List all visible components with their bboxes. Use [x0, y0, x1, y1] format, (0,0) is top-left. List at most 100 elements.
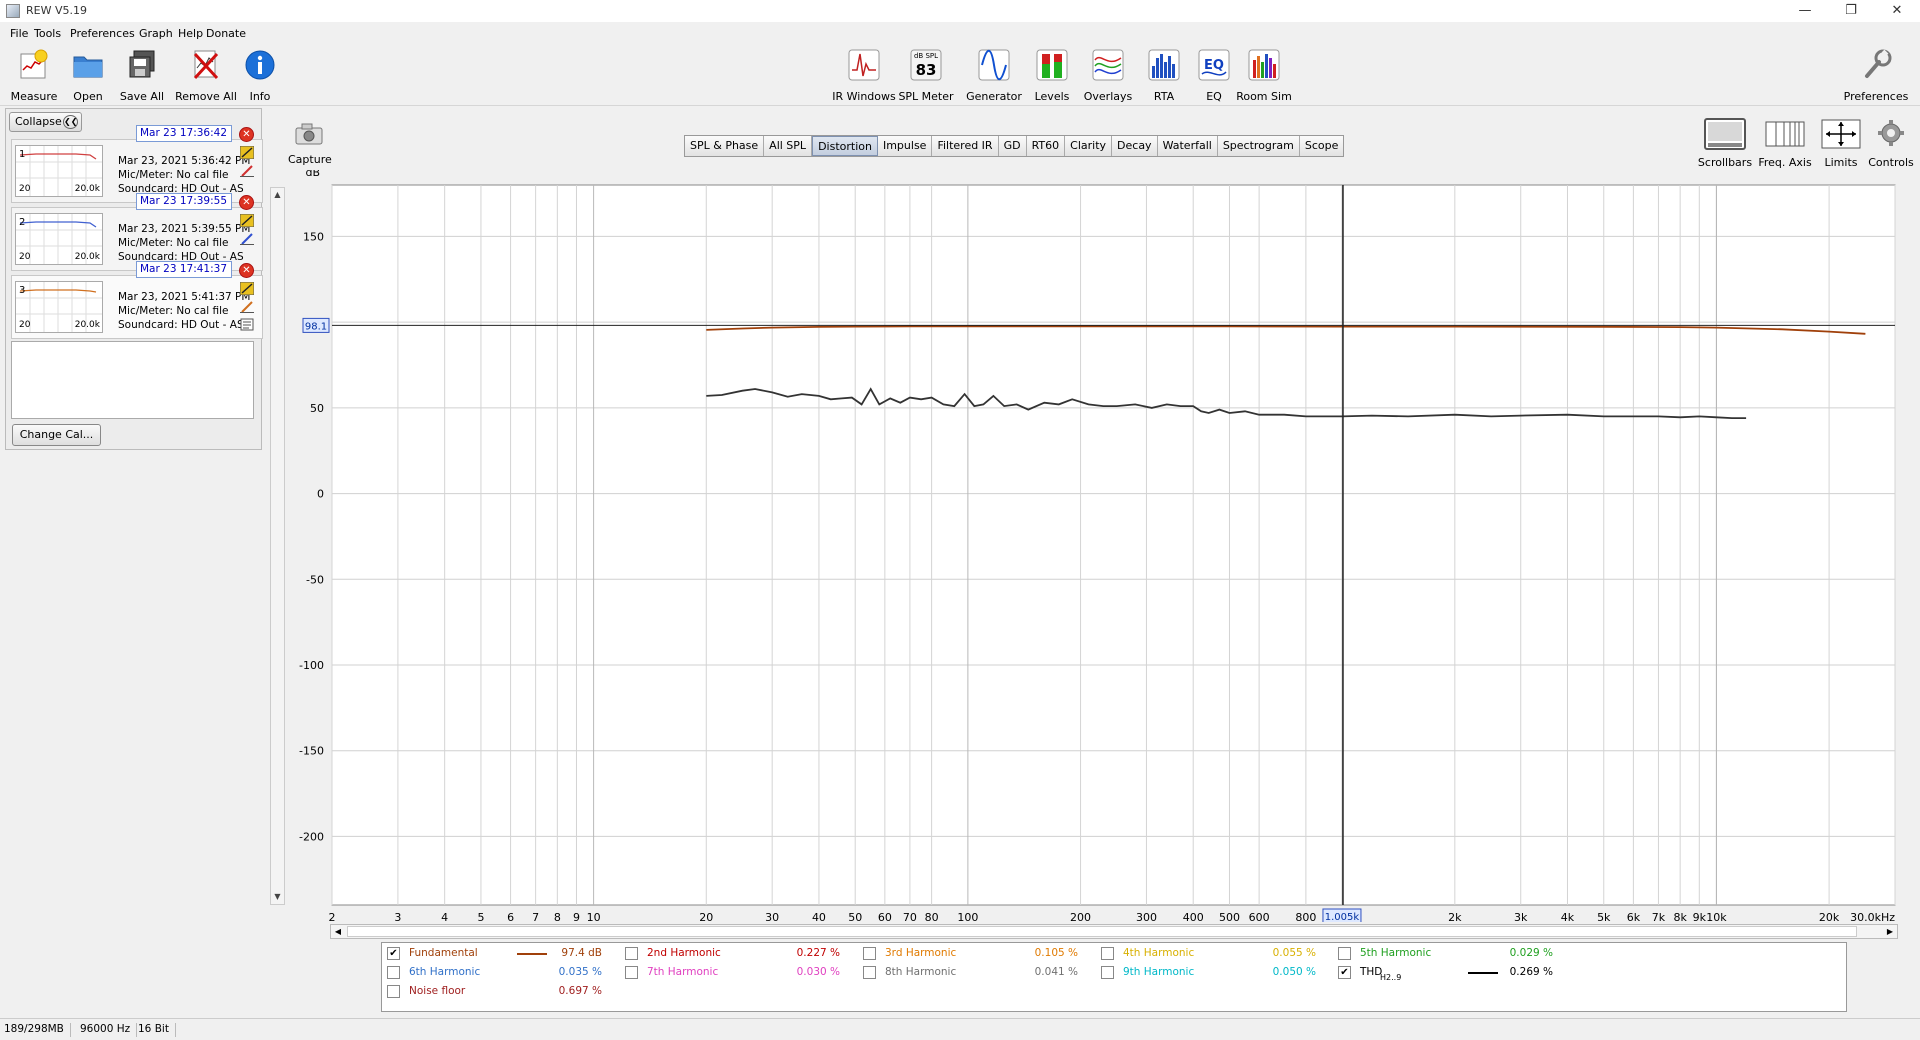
room-sim-icon	[1248, 49, 1280, 81]
scrollbar-thumb[interactable]	[347, 926, 1857, 937]
x-tick-label: 300	[1136, 911, 1157, 922]
menu-tools[interactable]: Tools	[34, 27, 61, 40]
spl-meter-icon: dB SPL 83	[910, 49, 942, 81]
legend-checkbox[interactable]	[625, 947, 638, 960]
tab-impulse[interactable]: Impulse	[877, 136, 933, 156]
menu-help[interactable]: Help	[178, 27, 203, 40]
preferences-button[interactable]: Preferences	[1844, 48, 1908, 104]
x-tick-label: 8	[554, 911, 561, 922]
graph-tabs: SPL & Phase All SPL Distortion Impulse Filte…	[684, 135, 1345, 157]
legend-checkbox[interactable]	[863, 947, 876, 960]
remove-measurement-icon[interactable]: ✕	[239, 127, 254, 142]
distortion-graph[interactable]: 150100500-50-100-150-200dB23456789102030…	[240, 170, 1900, 922]
menu-graph[interactable]: Graph	[139, 27, 173, 40]
legend-value: 97.4 dB	[561, 947, 602, 959]
x-tick-label: 600	[1249, 911, 1270, 922]
legend-checkbox[interactable]	[1101, 966, 1114, 979]
x-tick-label: 4k	[1561, 911, 1575, 922]
menu-preferences[interactable]: Preferences	[70, 27, 135, 40]
y-axis-label: dB	[305, 170, 320, 179]
eq-icon-text: EQ	[1204, 58, 1224, 73]
scrollbars-button[interactable]: Scrollbars	[1696, 118, 1754, 169]
x-tick-label: 6	[507, 911, 514, 922]
tab-spectrogram[interactable]: Spectrogram	[1217, 136, 1300, 156]
folder-open-icon	[73, 56, 103, 78]
overlays-icon	[1092, 49, 1124, 81]
legend-checkbox[interactable]	[625, 966, 638, 979]
measurement-item-selected[interactable]: Mar 23 17:41:37 ✕ 3 20 20.0k Mar 23, 202…	[11, 261, 263, 339]
y-tick-label: -50	[306, 573, 324, 586]
restore-button[interactable]: ❐	[1828, 0, 1874, 22]
minimize-button[interactable]: —	[1782, 0, 1828, 22]
freq-axis-button[interactable]: Freq. Axis	[1756, 118, 1814, 169]
y-tick-label: 50	[310, 402, 324, 415]
x-tick-label: 800	[1295, 911, 1316, 922]
tab-waterfall[interactable]: Waterfall	[1157, 136, 1218, 156]
controls-label: Controls	[1868, 156, 1914, 169]
measurement-name-field[interactable]: Mar 23 17:39:55	[136, 193, 232, 210]
legend-entry: 6th Harmonic 0.035 %	[387, 963, 617, 983]
measurement-name-field[interactable]: Mar 23 17:36:42	[136, 125, 232, 142]
info-icon	[245, 50, 275, 80]
legend-checkbox[interactable]	[863, 966, 876, 979]
legend-checkbox[interactable]	[387, 985, 400, 998]
legend-value: 0.697 %	[558, 985, 602, 997]
x-tick-label: 7k	[1652, 911, 1666, 922]
wrench-icon	[1865, 49, 1892, 78]
x-tick-label: 9k	[1693, 911, 1707, 922]
legend-value: 0.055 %	[1272, 947, 1316, 959]
legend-checkbox[interactable]	[387, 966, 400, 979]
menu-donate[interactable]: Donate	[206, 27, 246, 40]
legend-name: 5th Harmonic	[1360, 947, 1432, 959]
cursor-x-readout: 1.005k	[1325, 912, 1360, 922]
legend-name: 4th Harmonic	[1123, 947, 1195, 959]
tab-filtered-ir[interactable]: Filtered IR	[932, 136, 999, 156]
spl-meter-button[interactable]: dB SPL 83 SPL Meter	[894, 48, 958, 104]
measurement-mic: Mic/Meter: No cal file	[118, 169, 229, 181]
legend-checkbox[interactable]: ✔	[387, 947, 400, 960]
tab-distortion[interactable]: Distortion	[812, 136, 878, 156]
tab-all-spl[interactable]: All SPL	[764, 136, 813, 156]
memory-status: 189/298MB	[4, 1023, 71, 1037]
tab-clarity[interactable]: Clarity	[1065, 136, 1113, 156]
close-window-button[interactable]: ✕	[1874, 0, 1920, 22]
measurement-soundcard: Soundcard: HD Out - AS	[118, 319, 244, 331]
tab-decay[interactable]: Decay	[1112, 136, 1158, 156]
legend-checkbox[interactable]	[1101, 947, 1114, 960]
collapse-button[interactable]: Collapse ❮❮	[9, 112, 82, 132]
tab-rt60[interactable]: RT60	[1026, 136, 1066, 156]
sample-rate-status: 96000 Hz	[80, 1023, 138, 1037]
controls-button[interactable]: Controls	[1862, 118, 1920, 169]
graph-horizontal-scrollbar[interactable]: ◀ ▶	[330, 924, 1898, 939]
legend-checkbox[interactable]: ✔	[1338, 966, 1351, 979]
legend-value: 0.035 %	[558, 966, 602, 978]
capture-button[interactable]: Capture	[288, 122, 332, 166]
freq-axis-label: Freq. Axis	[1758, 156, 1812, 169]
legend-checkbox[interactable]	[1338, 947, 1351, 960]
x-tick-label: 30	[765, 911, 779, 922]
tab-gd[interactable]: GD	[998, 136, 1027, 156]
measurement-name-field[interactable]: Mar 23 17:41:37	[136, 261, 232, 278]
scroll-right-icon[interactable]: ▶	[1883, 925, 1897, 938]
legend-entry: ✔ THD H2..9 0.269 %	[1338, 963, 1568, 983]
remove-all-icon	[193, 50, 219, 80]
tab-scope[interactable]: Scope	[1299, 136, 1344, 156]
measurement-mic: Mic/Meter: No cal file	[118, 237, 229, 249]
window-title: REW V5.19	[26, 4, 87, 17]
status-bar: 189/298MB 96000 Hz 16 Bit	[0, 1018, 1920, 1040]
change-cal-button[interactable]: Change Cal...	[12, 424, 101, 446]
rta-icon	[1148, 49, 1180, 81]
legend-value: 0.030 %	[796, 966, 840, 978]
measurement-notes[interactable]	[11, 341, 254, 419]
room-sim-button[interactable]: Room Sim	[1232, 48, 1296, 104]
info-button[interactable]: Info	[228, 48, 292, 104]
x-tick-label: 400	[1183, 911, 1204, 922]
scroll-left-icon[interactable]: ◀	[331, 925, 345, 938]
legend-entry: 3rd Harmonic 0.105 %	[863, 944, 1093, 964]
measurement-number: 2	[19, 217, 26, 228]
tab-spl-phase[interactable]: SPL & Phase	[685, 136, 765, 156]
edit-graph-icon[interactable]	[240, 146, 254, 159]
legend-subscript: H2..9	[1380, 973, 1402, 982]
legend-entry: 5th Harmonic 0.029 %	[1338, 944, 1568, 964]
menu-file[interactable]: File	[10, 27, 28, 40]
